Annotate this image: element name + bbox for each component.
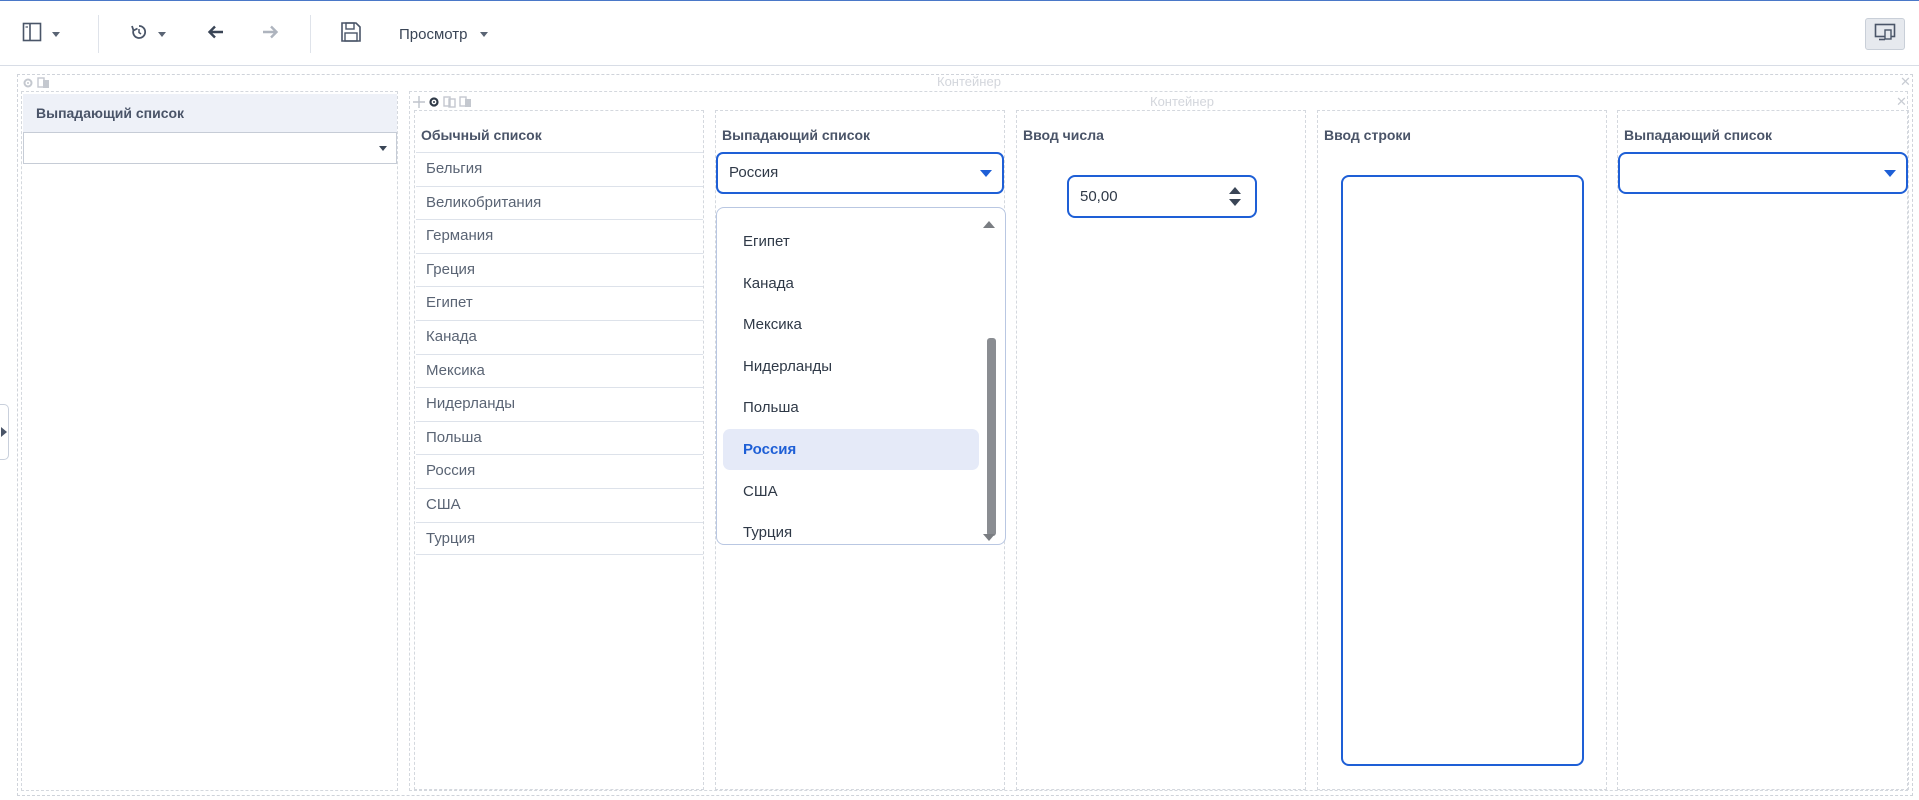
- left-dropdown-panel: [21, 91, 398, 791]
- number-input-value: 50,00: [1080, 188, 1118, 205]
- dropdown-value: Россия: [729, 164, 779, 181]
- number-input-title: Ввод числа: [1023, 127, 1104, 143]
- save-icon: [340, 21, 362, 48]
- chevron-down-icon: [980, 170, 992, 177]
- spin-up-icon[interactable]: [1229, 187, 1241, 194]
- view-mode-label: Просмотр: [399, 25, 468, 43]
- undo-button[interactable]: [207, 19, 225, 49]
- dropdown-option[interactable]: Россия: [723, 429, 979, 470]
- dropdown-title: Выпадающий список: [722, 127, 871, 143]
- preview-device-button[interactable]: [1865, 18, 1905, 50]
- save-button[interactable]: [340, 19, 362, 49]
- arrow-right-icon: [261, 23, 279, 46]
- toolbar-divider: [98, 15, 99, 53]
- dropdown-popup: Египет Канада Мексика Нидерланды Польша Росси…: [716, 207, 1006, 545]
- list-item[interactable]: США: [416, 487, 703, 522]
- chevron-down-icon: [1884, 170, 1896, 177]
- spin-down-icon[interactable]: [1229, 199, 1241, 206]
- list-item[interactable]: Канада: [416, 319, 703, 354]
- left-dropdown-title: Выпадающий список: [36, 105, 185, 121]
- dropdown-select[interactable]: Россия: [716, 152, 1004, 194]
- monitor-icon: [1874, 23, 1896, 46]
- chevron-down-icon: [52, 31, 60, 37]
- chevron-down-icon: [158, 31, 166, 37]
- chevron-right-icon: [1, 427, 7, 437]
- history-icon: [130, 23, 148, 46]
- list-item[interactable]: Польша: [416, 420, 703, 455]
- string-input-title: Ввод строки: [1324, 127, 1412, 143]
- scrollbar-thumb[interactable]: [987, 338, 996, 536]
- left-dropdown-select[interactable]: [23, 132, 397, 164]
- string-input[interactable]: [1341, 175, 1584, 766]
- dropdown-option[interactable]: Польша: [723, 387, 979, 428]
- dropdown-scrollbar[interactable]: [987, 226, 996, 536]
- dropdown-option[interactable]: Мексика: [723, 304, 979, 345]
- redo-button[interactable]: [261, 19, 279, 49]
- list-item[interactable]: Нидерланды: [416, 387, 703, 421]
- number-input[interactable]: 50,00: [1067, 175, 1257, 218]
- close-icon[interactable]: ✕: [1896, 94, 1907, 110]
- list-item[interactable]: Германия: [416, 219, 703, 253]
- dropdown2-title: Выпадающий список: [1624, 127, 1773, 143]
- view-mode-dropdown[interactable]: Просмотр: [399, 19, 488, 49]
- toolbar: Просмотр: [0, 1, 1919, 66]
- dropdown-option[interactable]: Египет: [723, 221, 979, 262]
- layout-panel-icon: [22, 22, 42, 47]
- close-icon[interactable]: ✕: [1900, 74, 1911, 90]
- inner-container-caption: Контейнер: [1150, 94, 1214, 109]
- dropdown-option[interactable]: Нидерланды: [723, 346, 979, 387]
- toolbar-divider: [310, 15, 311, 53]
- dropdown2-select[interactable]: [1618, 152, 1908, 194]
- chevron-down-icon: [479, 31, 488, 37]
- chevron-down-icon: [379, 146, 387, 151]
- history-button[interactable]: [130, 19, 166, 49]
- plain-list-title: Обычный список: [421, 127, 542, 143]
- plain-list: Бельгия Великобритания Германия Греция Египе…: [416, 152, 703, 556]
- side-panel-toggle[interactable]: [0, 404, 9, 460]
- layout-panel-button[interactable]: [22, 19, 60, 49]
- outer-container-caption: Контейнер: [937, 74, 1001, 89]
- left-dropdown-header: Выпадающий список: [23, 94, 397, 132]
- list-item[interactable]: Турция: [416, 521, 703, 556]
- dropdown-option[interactable]: Турция: [723, 512, 979, 544]
- list-item[interactable]: Бельгия: [416, 152, 703, 186]
- list-item[interactable]: Египет: [416, 286, 703, 320]
- list-item[interactable]: Мексика: [416, 353, 703, 388]
- scroll-down-arrow[interactable]: [983, 534, 995, 541]
- list-item[interactable]: Греция: [416, 252, 703, 287]
- list-item[interactable]: Великобритания: [416, 185, 703, 220]
- dropdown-option[interactable]: США: [723, 471, 979, 512]
- arrow-left-icon: [207, 23, 225, 46]
- dropdown-option[interactable]: Канада: [723, 263, 979, 304]
- dropdown2-panel: [1617, 110, 1909, 790]
- list-item[interactable]: Россия: [416, 454, 703, 488]
